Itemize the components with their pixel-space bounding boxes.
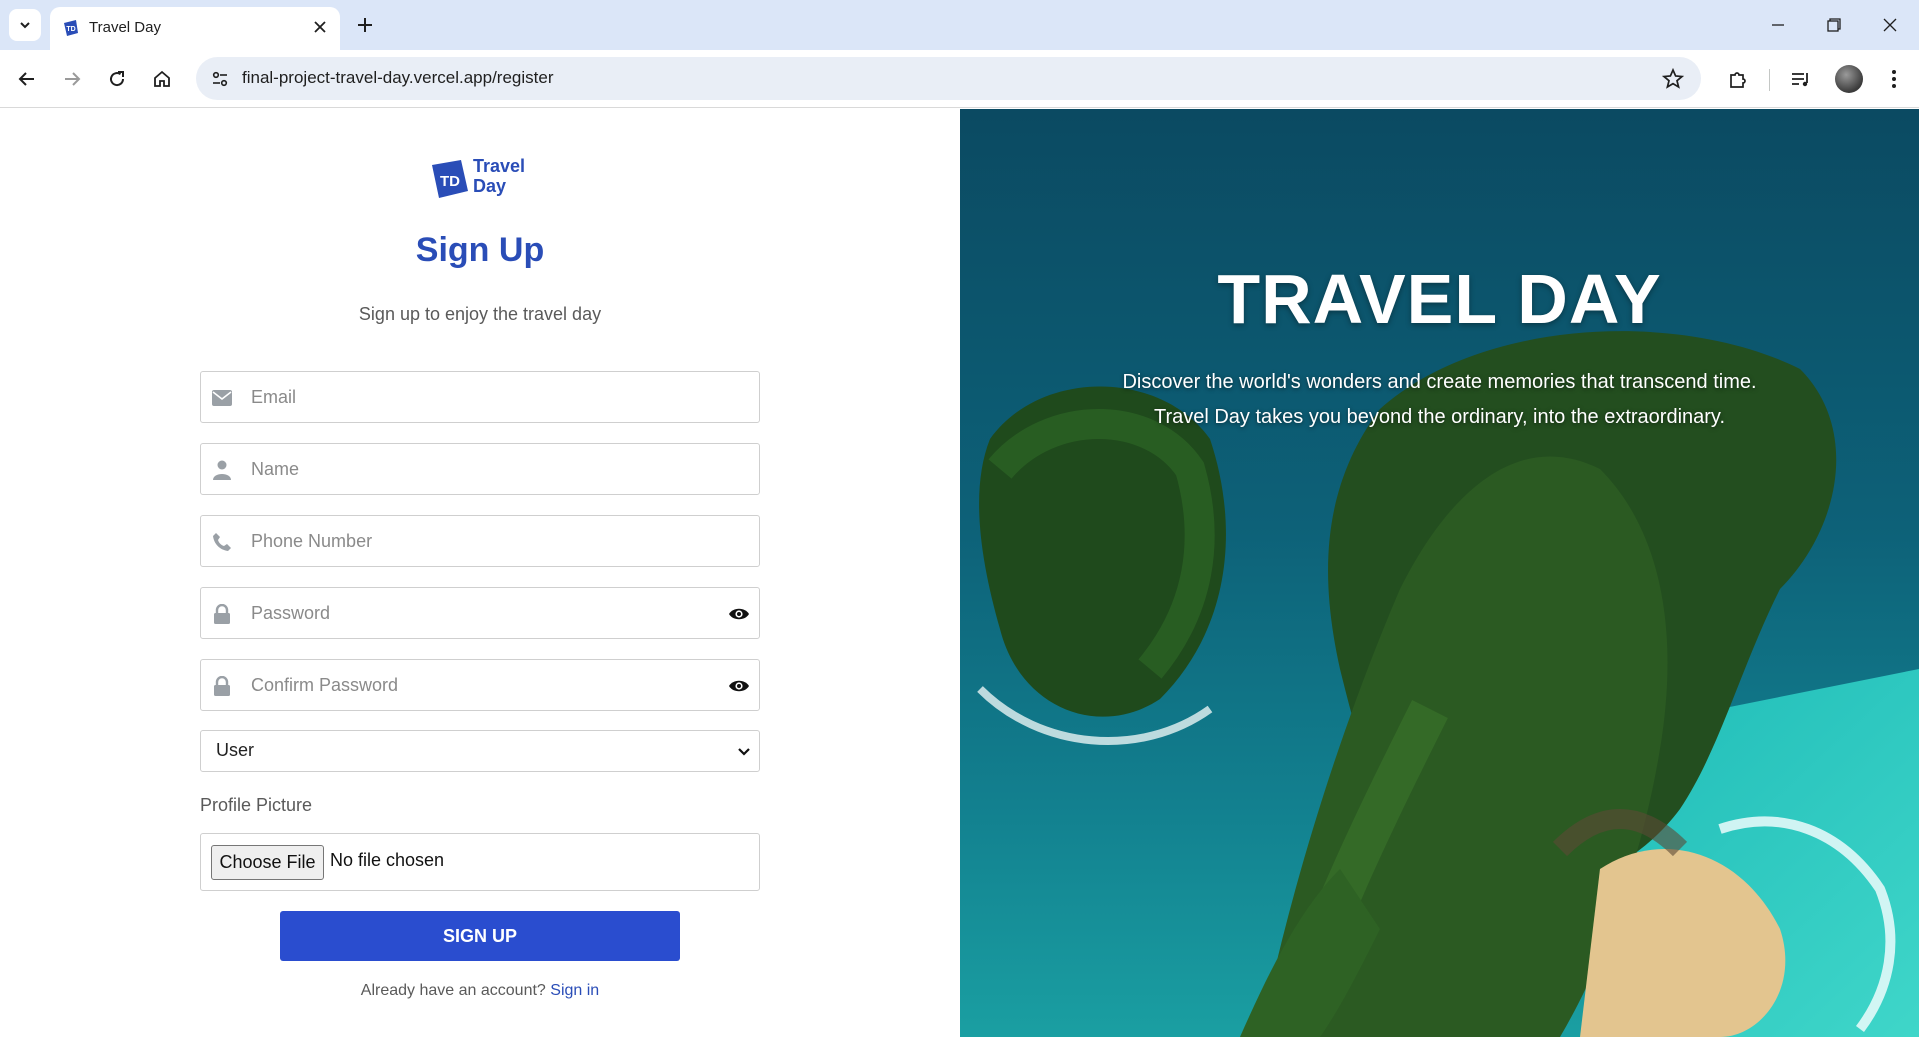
eye-icon[interactable] xyxy=(727,602,751,626)
password-input[interactable] xyxy=(251,588,701,638)
name-field[interactable] xyxy=(200,443,760,495)
close-icon[interactable] xyxy=(312,19,328,35)
home-icon xyxy=(154,70,170,87)
logo-line-1: Travel xyxy=(473,156,526,176)
chevron-down-icon xyxy=(738,748,750,756)
back-button[interactable] xyxy=(13,65,41,93)
reload-icon xyxy=(110,71,125,87)
browser-menu-button[interactable] xyxy=(1881,66,1907,92)
choose-file-button[interactable]: Choose File xyxy=(211,845,324,880)
user-icon xyxy=(211,459,233,481)
eye-icon[interactable] xyxy=(727,674,751,698)
browser-tab-active[interactable]: TD Travel Day xyxy=(50,7,340,50)
phone-icon xyxy=(211,531,233,553)
browser-toolbar: final-project-travel-day.vercel.app/regi… xyxy=(0,50,1919,108)
logo-initials: TD xyxy=(440,173,460,190)
profile-avatar[interactable] xyxy=(1835,65,1863,93)
arrow-left-icon xyxy=(18,72,34,86)
reload-button[interactable] xyxy=(103,65,131,93)
profile-picture-label: Profile Picture xyxy=(200,795,313,815)
logo-line-2: Day xyxy=(473,176,507,196)
home-button[interactable] xyxy=(148,65,176,93)
envelope-icon xyxy=(211,387,233,409)
hero-line-2: Travel Day takes you beyond the ordinary… xyxy=(1153,406,1726,428)
confirm-password-input[interactable] xyxy=(251,660,701,710)
profile-picture-field: Choose File No file chosen xyxy=(200,833,760,891)
chevron-down-icon xyxy=(20,22,30,29)
minimize-button[interactable] xyxy=(1765,12,1791,38)
lock-icon xyxy=(211,675,233,697)
page: TD Travel Day Sign Up Sign up to enjoy t… xyxy=(0,109,1919,1037)
site-info-icon[interactable] xyxy=(210,69,230,89)
address-bar[interactable]: final-project-travel-day.vercel.app/regi… xyxy=(196,57,1701,100)
close-window-button[interactable] xyxy=(1877,12,1903,38)
phone-field[interactable] xyxy=(200,515,760,567)
lock-icon xyxy=(211,603,233,625)
signup-panel: TD Travel Day Sign Up Sign up to enjoy t… xyxy=(0,109,960,1037)
page-subtitle: Sign up to enjoy the travel day xyxy=(358,304,602,324)
svg-text:TD: TD xyxy=(66,26,75,33)
role-select[interactable]: User xyxy=(200,730,760,772)
playlist-icon xyxy=(1792,73,1808,87)
password-field[interactable] xyxy=(200,587,760,639)
signin-link[interactable]: Sign in xyxy=(550,982,599,999)
logo-mark-icon: TD xyxy=(432,160,468,198)
name-input[interactable] xyxy=(251,444,701,494)
extensions-button[interactable] xyxy=(1725,66,1751,92)
file-status: No file chosen xyxy=(330,850,445,870)
hero-background-image xyxy=(960,109,1919,1037)
restore-button[interactable] xyxy=(1821,12,1847,38)
puzzle-icon xyxy=(1730,72,1746,88)
phone-input[interactable] xyxy=(251,516,701,566)
page-title: Sign Up xyxy=(415,231,545,269)
hero-line-1: Discover the world's wonders and create … xyxy=(1122,371,1757,393)
hero-panel: TRAVEL DAY Discover the world's wonders … xyxy=(960,109,1919,1037)
bookmark-star-icon[interactable] xyxy=(1661,67,1685,91)
favicon-icon: TD xyxy=(64,20,78,36)
url-text[interactable]: final-project-travel-day.vercel.app/regi… xyxy=(242,68,553,88)
logo: TD Travel Day xyxy=(431,154,531,204)
email-input[interactable] xyxy=(251,372,701,422)
signin-prompt-text: Already have an account? xyxy=(360,982,546,999)
tab-search-button[interactable] xyxy=(9,9,41,41)
browser-tab-bar: TD Travel Day xyxy=(0,0,1919,50)
close-window-icon xyxy=(1883,18,1897,32)
signin-prompt: Already have an account? Sign in xyxy=(0,982,960,1000)
logo-wordmark: Travel Day xyxy=(473,156,525,196)
hero-description: Discover the world's wonders and create … xyxy=(1060,365,1819,435)
plus-icon[interactable] xyxy=(353,13,377,37)
confirm-password-field[interactable] xyxy=(200,659,760,711)
more-vertical-icon xyxy=(1892,70,1896,88)
forward-button[interactable] xyxy=(58,65,86,93)
tab-title: Travel Day xyxy=(89,19,161,36)
email-field[interactable] xyxy=(200,371,760,423)
arrow-right-icon xyxy=(65,72,81,86)
restore-icon xyxy=(1827,18,1841,32)
minimize-icon xyxy=(1772,24,1784,26)
toolbar-divider xyxy=(1769,69,1770,91)
media-control-button[interactable] xyxy=(1788,66,1814,92)
signup-button[interactable]: SIGN UP xyxy=(280,911,680,961)
hero-title: TRAVEL DAY xyxy=(1217,260,1662,338)
role-select-value: User xyxy=(216,740,255,760)
